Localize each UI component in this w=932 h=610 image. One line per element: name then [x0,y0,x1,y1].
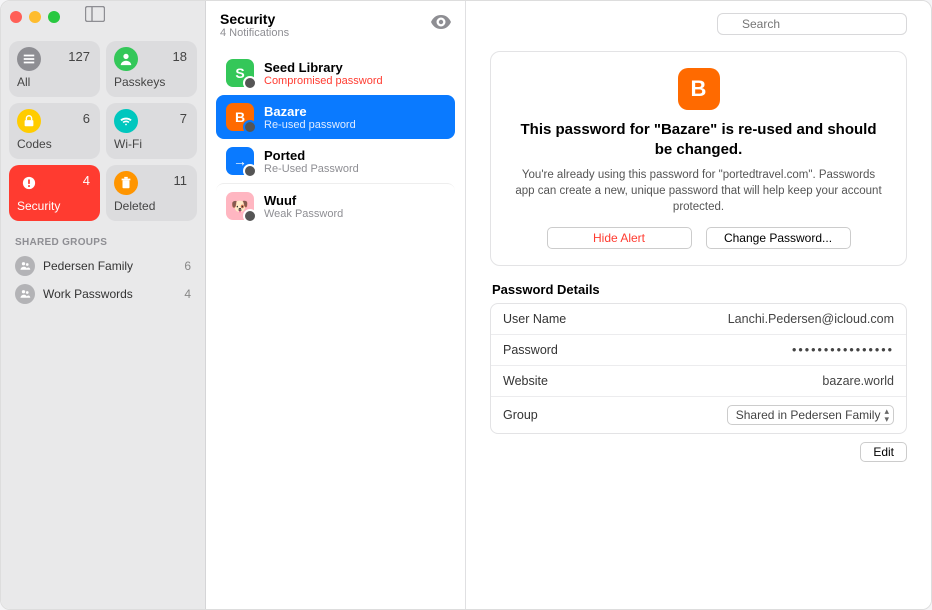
website-label: Website [503,374,623,388]
security-item-row[interactable]: 🐶 WuufWeak Password [216,183,455,228]
group-count: 4 [184,287,191,301]
username-value[interactable]: Lanchi.Pedersen@icloud.com [623,312,894,326]
group-label: Group [503,408,623,422]
tile-count: 4 [83,173,90,188]
tile-count: 18 [173,49,187,64]
alert-title: This password for "Bazare" is re-used an… [511,120,886,161]
item-subtitle: Re-Used Password [264,163,445,175]
security-item-row[interactable]: S Seed LibraryCompromised password [216,51,455,95]
item-title: Seed Library [264,60,445,75]
alert-icon [17,171,41,195]
list-icon [17,47,41,71]
security-alert-card: B This password for "Bazare" is re-used … [490,51,907,266]
site-icon: B [226,103,254,131]
pane-subtitle: 4 Notifications [220,27,431,39]
tile-count: 6 [83,111,90,126]
shared-badge-icon [243,164,257,178]
lock-icon [17,109,41,133]
password-label: Password [503,343,623,357]
group-select[interactable]: Shared in Pedersen Family ▴▾ [727,405,894,425]
password-value[interactable]: •••••••••••••••• [623,343,894,357]
tile-count: 11 [174,173,188,188]
site-icon: S [226,59,254,87]
group-icon [15,284,35,304]
shared-badge-icon [243,209,257,223]
shared-group-row[interactable]: Pedersen Family 6 [1,252,205,280]
alert-body: You're already using this password for "… [511,167,886,215]
window-minimize[interactable] [29,11,41,23]
trash-icon [114,171,138,195]
item-subtitle: Weak Password [264,208,445,220]
sidebar-tile-wi-fi[interactable]: Wi-Fi 7 [106,103,197,159]
group-label: Work Passwords [43,287,176,301]
edit-button[interactable]: Edit [860,442,907,462]
tile-label: Wi-Fi [114,137,189,151]
website-value[interactable]: bazare.world [623,374,894,388]
sidebar-tile-deleted[interactable]: Deleted 11 [106,165,197,221]
group-icon [15,256,35,276]
security-item-row[interactable]: B BazareRe-used password [216,95,455,139]
item-subtitle: Re-used password [264,119,445,131]
window-zoom[interactable] [48,11,60,23]
group-select-value: Shared in Pedersen Family [736,408,881,422]
detail-pane: B This password for "Bazare" is re-used … [466,1,931,609]
password-details-title: Password Details [490,282,907,303]
item-title: Bazare [264,104,445,119]
security-list-pane: Security 4 Notifications S Seed LibraryCo… [206,1,466,609]
tile-label: Passkeys [114,75,189,89]
group-label: Pedersen Family [43,259,176,273]
sidebar-toggle-icon[interactable] [85,6,105,27]
hide-alert-button[interactable]: Hide Alert [547,227,692,249]
tile-count: 7 [180,111,187,126]
sidebar-tile-passkeys[interactable]: Passkeys 18 [106,41,197,97]
group-count: 6 [184,259,191,273]
change-password-button[interactable]: Change Password... [706,227,851,249]
person-icon [114,47,138,71]
security-item-row[interactable]: → PortedRe-Used Password [216,139,455,183]
sidebar-tile-codes[interactable]: Codes 6 [9,103,100,159]
wifi-icon [114,109,138,133]
tile-label: Codes [17,137,92,151]
show-passwords-icon[interactable] [431,15,451,34]
username-label: User Name [503,312,623,326]
site-icon: → [226,147,254,175]
item-subtitle: Compromised password [264,75,445,87]
sidebar-tile-security[interactable]: Security 4 [9,165,100,221]
shared-group-row[interactable]: Work Passwords 4 [1,280,205,308]
item-title: Ported [264,148,445,163]
shared-groups-header: SHARED GROUPS [1,231,205,252]
tile-count: 127 [68,49,90,64]
chevron-updown-icon: ▴▾ [884,407,889,423]
password-details-table: User Name Lanchi.Pedersen@icloud.com Pas… [490,303,907,434]
item-title: Wuuf [264,193,445,208]
shared-badge-icon [243,120,257,134]
window-close[interactable] [10,11,22,23]
sidebar: All 127 Passkeys 18 Codes 6 Wi-Fi 7 Security 4 Del… [1,1,206,609]
site-icon: 🐶 [226,192,254,220]
sidebar-tile-all[interactable]: All 127 [9,41,100,97]
shared-badge-icon [243,76,257,90]
pane-title: Security [220,11,431,27]
alert-app-icon: B [678,68,720,110]
tile-label: All [17,75,92,89]
tile-label: Deleted [114,199,189,213]
search-input[interactable] [717,13,907,35]
tile-label: Security [17,199,92,213]
